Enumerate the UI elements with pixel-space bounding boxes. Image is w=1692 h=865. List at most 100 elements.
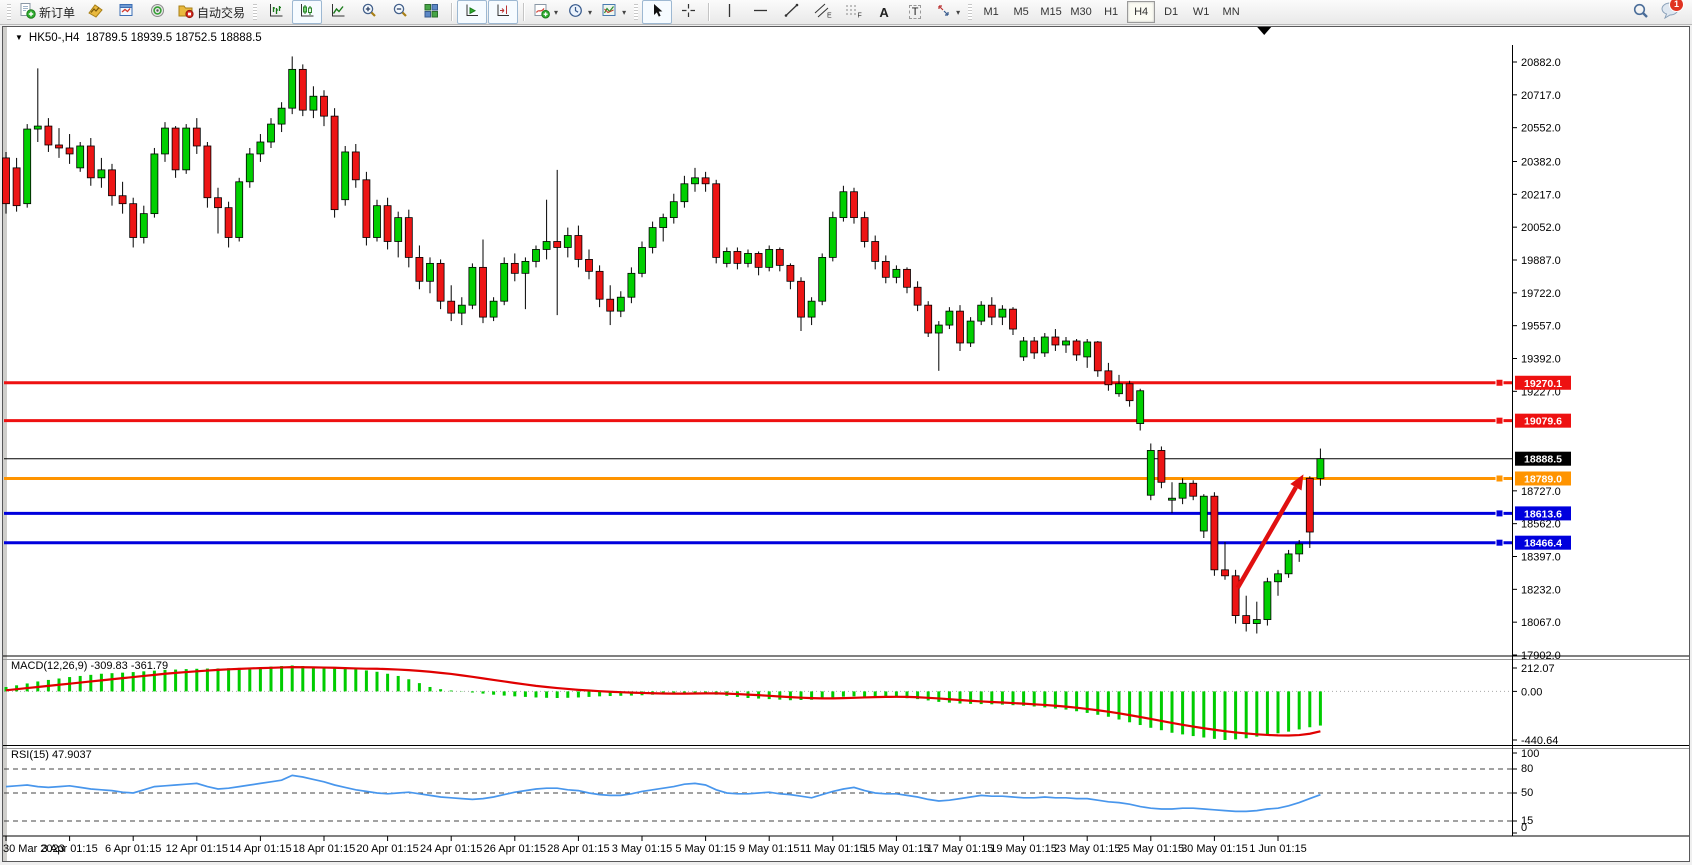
text-tool-icon: A bbox=[879, 5, 888, 20]
svg-text:19392.0: 19392.0 bbox=[1521, 354, 1561, 366]
toolbar-grip[interactable] bbox=[253, 4, 257, 20]
timeframe-button-d1[interactable]: D1 bbox=[1157, 1, 1185, 23]
trendline-tool-button[interactable] bbox=[776, 0, 806, 24]
bar-chart-icon bbox=[268, 2, 285, 22]
arrows-dropdown-icon[interactable]: ▾ bbox=[956, 8, 960, 17]
cursor-tool-button[interactable] bbox=[642, 0, 672, 24]
svg-text:11 May 01:15: 11 May 01:15 bbox=[800, 843, 866, 855]
toolbar-grip[interactable] bbox=[968, 4, 972, 20]
periods-dropdown-icon[interactable]: ▾ bbox=[588, 8, 592, 17]
line-chart-button[interactable] bbox=[323, 0, 353, 24]
notification-count-badge: 1 bbox=[1669, 0, 1684, 12]
timeframe-button-h1[interactable]: H1 bbox=[1097, 1, 1125, 23]
zoom-in-icon bbox=[361, 2, 378, 22]
search-button[interactable] bbox=[1626, 0, 1656, 24]
new-order-button[interactable]: 新订单 bbox=[15, 0, 79, 24]
zoom-in-button[interactable] bbox=[354, 0, 384, 24]
svg-text:18067.0: 18067.0 bbox=[1521, 617, 1561, 629]
svg-text:19722.0: 19722.0 bbox=[1521, 288, 1561, 300]
toolbar-separator bbox=[523, 3, 524, 21]
horizontal-line-icon bbox=[752, 3, 769, 21]
templates-dropdown-icon[interactable]: ▾ bbox=[622, 8, 626, 17]
timeframe-button-m1[interactable]: M1 bbox=[977, 1, 1005, 23]
auto-trading-button[interactable]: 自动交易 bbox=[173, 0, 249, 24]
periods-button[interactable]: ▾ bbox=[563, 0, 596, 24]
fibonacci-tool-button[interactable]: F bbox=[838, 0, 868, 24]
market-watch-button[interactable] bbox=[80, 0, 110, 24]
data-window-icon bbox=[118, 2, 135, 22]
bar-chart-button[interactable] bbox=[261, 0, 291, 24]
toolbar-separator bbox=[451, 3, 452, 21]
indicators-dropdown-icon[interactable]: ▾ bbox=[554, 8, 558, 17]
horizontal-line-tool-button[interactable] bbox=[745, 0, 775, 24]
toolbar-right-tools: 1 bbox=[1626, 0, 1688, 24]
timeframe-button-mn[interactable]: MN bbox=[1217, 1, 1245, 23]
svg-text:17 May 01:15: 17 May 01:15 bbox=[927, 843, 994, 855]
navigator-icon bbox=[149, 2, 166, 22]
svg-text:18562.0: 18562.0 bbox=[1521, 519, 1561, 531]
toolbar: 新订单 自动交易 bbox=[0, 0, 1692, 25]
svg-text:80: 80 bbox=[1521, 763, 1533, 775]
svg-text:25 May 01:15: 25 May 01:15 bbox=[1117, 843, 1184, 855]
toolbar-separator bbox=[708, 3, 709, 21]
svg-text:20717.0: 20717.0 bbox=[1521, 90, 1561, 102]
macd-indicator-label: MACD(12,26,9) -309.83 -361.79 bbox=[11, 660, 168, 672]
fibonacci-icon: F bbox=[844, 2, 863, 22]
svg-text:14 Apr 01:15: 14 Apr 01:15 bbox=[229, 843, 291, 855]
trendline-icon bbox=[783, 2, 800, 22]
crosshair-icon bbox=[680, 2, 697, 22]
svg-text:20882.0: 20882.0 bbox=[1521, 57, 1561, 69]
timeframe-button-w1[interactable]: W1 bbox=[1187, 1, 1215, 23]
auto-trading-icon bbox=[177, 2, 194, 22]
toolbar-grip[interactable] bbox=[7, 4, 11, 20]
market-watch-icon bbox=[87, 2, 104, 22]
timeframe-button-m5[interactable]: M5 bbox=[1007, 1, 1035, 23]
data-window-button[interactable] bbox=[111, 0, 141, 24]
new-order-label: 新订单 bbox=[39, 4, 75, 21]
svg-text:18232.0: 18232.0 bbox=[1521, 584, 1561, 596]
line-chart-icon bbox=[330, 2, 347, 22]
arrows-tool-button[interactable]: ▾ bbox=[931, 0, 964, 24]
chart-shift-button[interactable] bbox=[488, 0, 518, 24]
periods-clock-icon bbox=[567, 2, 584, 22]
svg-text:18466.4: 18466.4 bbox=[1524, 538, 1562, 550]
svg-text:18789.0: 18789.0 bbox=[1524, 473, 1562, 485]
timeframe-button-h4[interactable]: H4 bbox=[1127, 1, 1155, 23]
chart-canvas[interactable]: 20882.020717.020552.020382.020217.020052… bbox=[0, 0, 1692, 865]
svg-text:20052.0: 20052.0 bbox=[1521, 222, 1561, 234]
svg-text:20382.0: 20382.0 bbox=[1521, 156, 1561, 168]
indicators-button[interactable]: ▾ bbox=[529, 0, 562, 24]
svg-text:19079.6: 19079.6 bbox=[1524, 416, 1562, 428]
svg-text:6 Apr 01:15: 6 Apr 01:15 bbox=[105, 843, 161, 855]
svg-text:23 May 01:15: 23 May 01:15 bbox=[1054, 843, 1121, 855]
svg-text:5 May 01:15: 5 May 01:15 bbox=[675, 843, 736, 855]
notifications-button[interactable]: 1 bbox=[1660, 1, 1680, 24]
timeframe-button-m15[interactable]: M15 bbox=[1037, 1, 1065, 23]
svg-text:18727.0: 18727.0 bbox=[1521, 486, 1561, 498]
templates-button[interactable]: ▾ bbox=[597, 0, 630, 24]
candlestick-chart-button[interactable] bbox=[292, 0, 322, 24]
svg-text:50: 50 bbox=[1521, 787, 1533, 799]
navigator-button[interactable] bbox=[142, 0, 172, 24]
crosshair-tool-button[interactable] bbox=[673, 0, 703, 24]
timeframe-toolbar: M1M5M15M30H1H4D1W1MN bbox=[976, 1, 1246, 23]
svg-text:E: E bbox=[827, 13, 832, 20]
vertical-line-tool-button[interactable] bbox=[714, 0, 744, 24]
svg-text:9 May 01:15: 9 May 01:15 bbox=[739, 843, 800, 855]
svg-text:212.07: 212.07 bbox=[1521, 663, 1555, 675]
svg-text:0.00: 0.00 bbox=[1521, 686, 1542, 698]
tile-windows-icon bbox=[423, 2, 440, 22]
zoom-out-button[interactable] bbox=[385, 0, 415, 24]
auto-scroll-button[interactable] bbox=[457, 0, 487, 24]
text-tool-button[interactable]: A bbox=[869, 0, 899, 24]
toolbar-grip[interactable] bbox=[634, 4, 638, 20]
chart-collapse-icon[interactable]: ▼ bbox=[15, 33, 23, 42]
equidistant-channel-tool-button[interactable]: E bbox=[807, 0, 837, 24]
timeframe-button-m30[interactable]: M30 bbox=[1067, 1, 1095, 23]
chart-ohlc-values: 18789.5 18939.5 18752.5 18888.5 bbox=[86, 32, 262, 44]
text-label-tool-button[interactable]: T bbox=[900, 0, 930, 24]
svg-text:19270.1: 19270.1 bbox=[1524, 378, 1562, 390]
auto-scroll-icon bbox=[464, 2, 481, 22]
svg-text:1 Jun 01:15: 1 Jun 01:15 bbox=[1249, 843, 1307, 855]
tile-windows-button[interactable] bbox=[416, 0, 446, 24]
